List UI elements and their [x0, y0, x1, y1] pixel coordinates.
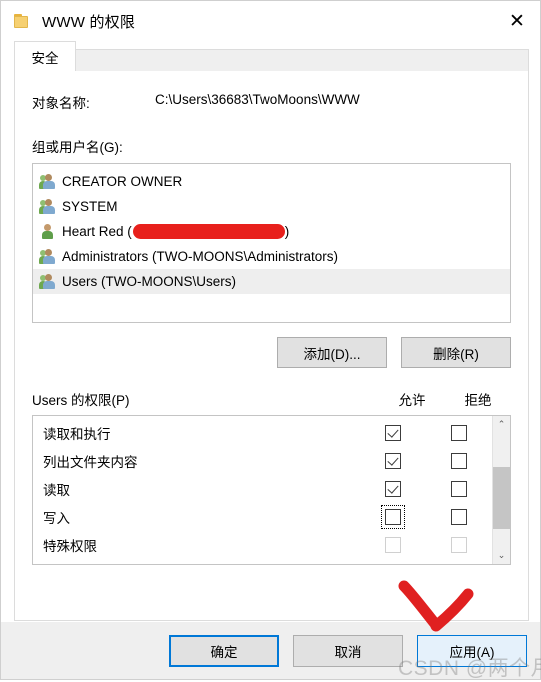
- list-item-selected[interactable]: Users (TWO-MOONS\Users): [33, 269, 510, 294]
- permissions-rows: 读取和执行 列出文件夹内容 读取 写入 特殊权限: [33, 416, 492, 564]
- allow-cell[interactable]: [360, 453, 426, 469]
- permissions-scrollbar[interactable]: ⌃ ⌄: [492, 416, 510, 564]
- object-name-value: C:\Users\36683\TwoMoons\WWW: [155, 92, 360, 107]
- group-icon: [39, 198, 56, 215]
- object-name-row: 对象名称: C:\Users\36683\TwoMoons\WWW: [32, 92, 511, 112]
- allow-checkbox[interactable]: [385, 453, 401, 469]
- deny-cell[interactable]: [426, 481, 492, 497]
- deny-checkbox: [451, 537, 467, 553]
- security-panel: 对象名称: C:\Users\36683\TwoMoons\WWW 组或用户名(…: [14, 71, 529, 621]
- table-row: 特殊权限: [33, 531, 492, 559]
- permission-label: 特殊权限: [43, 539, 97, 554]
- deny-cell[interactable]: [426, 425, 492, 441]
- permissions-dialog: WWW 的权限 ✕ 安全 对象名称: C:\Users\36683\TwoMoo…: [0, 0, 541, 680]
- table-row[interactable]: 读取: [33, 475, 492, 503]
- deny-cell[interactable]: [426, 453, 492, 469]
- list-item[interactable]: Administrators (TWO-MOONS\Administrators…: [33, 244, 510, 269]
- group-icon: [39, 248, 56, 265]
- list-item[interactable]: Heart Red ( ): [33, 219, 510, 244]
- permissions-header: Users 的权限(P) 允许 拒绝: [32, 389, 511, 409]
- folder-icon: [14, 14, 31, 28]
- allow-checkbox[interactable]: [385, 425, 401, 441]
- allow-checkbox[interactable]: [385, 509, 401, 525]
- permission-label: 读取: [43, 483, 70, 498]
- title-bar: WWW 的权限 ✕: [1, 1, 540, 41]
- list-item-label-suffix: ): [284, 224, 290, 239]
- add-button[interactable]: 添加(D)...: [277, 337, 387, 368]
- list-actions: 添加(D)... 删除(R): [32, 337, 511, 368]
- allow-cell[interactable]: [360, 505, 426, 529]
- permission-label: 写入: [43, 511, 70, 526]
- permission-label: 列出文件夹内容: [43, 455, 138, 470]
- list-item-label: SYSTEM: [62, 199, 118, 214]
- list-item-label: Users (TWO-MOONS\Users): [62, 274, 236, 289]
- group-icon: [39, 273, 56, 290]
- list-item-label: CREATOR OWNER: [62, 174, 183, 189]
- deny-cell[interactable]: [426, 509, 492, 525]
- group-user-list[interactable]: CREATOR OWNER SYSTEM Heart Red ( ) Admin…: [32, 163, 511, 323]
- tab-strip: 安全: [1, 41, 540, 71]
- remove-button[interactable]: 删除(R): [401, 337, 511, 368]
- scrollbar-thumb[interactable]: [493, 467, 510, 529]
- tab-security[interactable]: 安全: [14, 41, 76, 71]
- permissions-list: 读取和执行 列出文件夹内容 读取 写入 特殊权限 ⌃ ⌄: [32, 415, 511, 565]
- list-item-label: Heart Red (: [62, 224, 132, 239]
- column-allow: 允许: [398, 393, 426, 408]
- allow-checkbox[interactable]: [385, 481, 401, 497]
- deny-checkbox[interactable]: [451, 481, 467, 497]
- allow-cell: [360, 537, 426, 553]
- allow-checkbox: [385, 537, 401, 553]
- object-name-label: 对象名称:: [32, 96, 90, 111]
- list-item[interactable]: CREATOR OWNER: [33, 169, 510, 194]
- scroll-down-icon[interactable]: ⌄: [493, 547, 510, 564]
- group-list-label: 组或用户名(G):: [32, 140, 123, 155]
- permission-label: 读取和执行: [43, 427, 111, 442]
- column-deny: 拒绝: [464, 393, 492, 408]
- allow-cell[interactable]: [360, 481, 426, 497]
- csdn-watermark: CSDN @两个月亮: [398, 657, 541, 680]
- ok-button[interactable]: 确定: [169, 634, 279, 667]
- cancel-button[interactable]: 取消: [293, 634, 403, 667]
- table-row[interactable]: 列出文件夹内容: [33, 447, 492, 475]
- list-item[interactable]: SYSTEM: [33, 194, 510, 219]
- deny-checkbox[interactable]: [451, 425, 467, 441]
- deny-checkbox[interactable]: [451, 453, 467, 469]
- allow-cell[interactable]: [360, 425, 426, 441]
- list-item-label: Administrators (TWO-MOONS\Administrators…: [62, 249, 339, 264]
- window-title: WWW 的权限: [42, 13, 136, 31]
- table-row[interactable]: 读取和执行: [33, 419, 492, 447]
- group-icon: [39, 173, 56, 190]
- scroll-up-icon[interactable]: ⌃: [493, 416, 510, 433]
- redaction-mark: [132, 224, 285, 239]
- close-icon[interactable]: ✕: [494, 1, 540, 41]
- user-icon: [39, 223, 56, 240]
- deny-checkbox[interactable]: [451, 509, 467, 525]
- tab-strip-background: [14, 49, 529, 71]
- scrollbar-track[interactable]: [493, 433, 510, 547]
- permissions-title: Users 的权限(P): [32, 393, 130, 408]
- table-row[interactable]: 写入: [33, 503, 492, 531]
- deny-cell: [426, 537, 492, 553]
